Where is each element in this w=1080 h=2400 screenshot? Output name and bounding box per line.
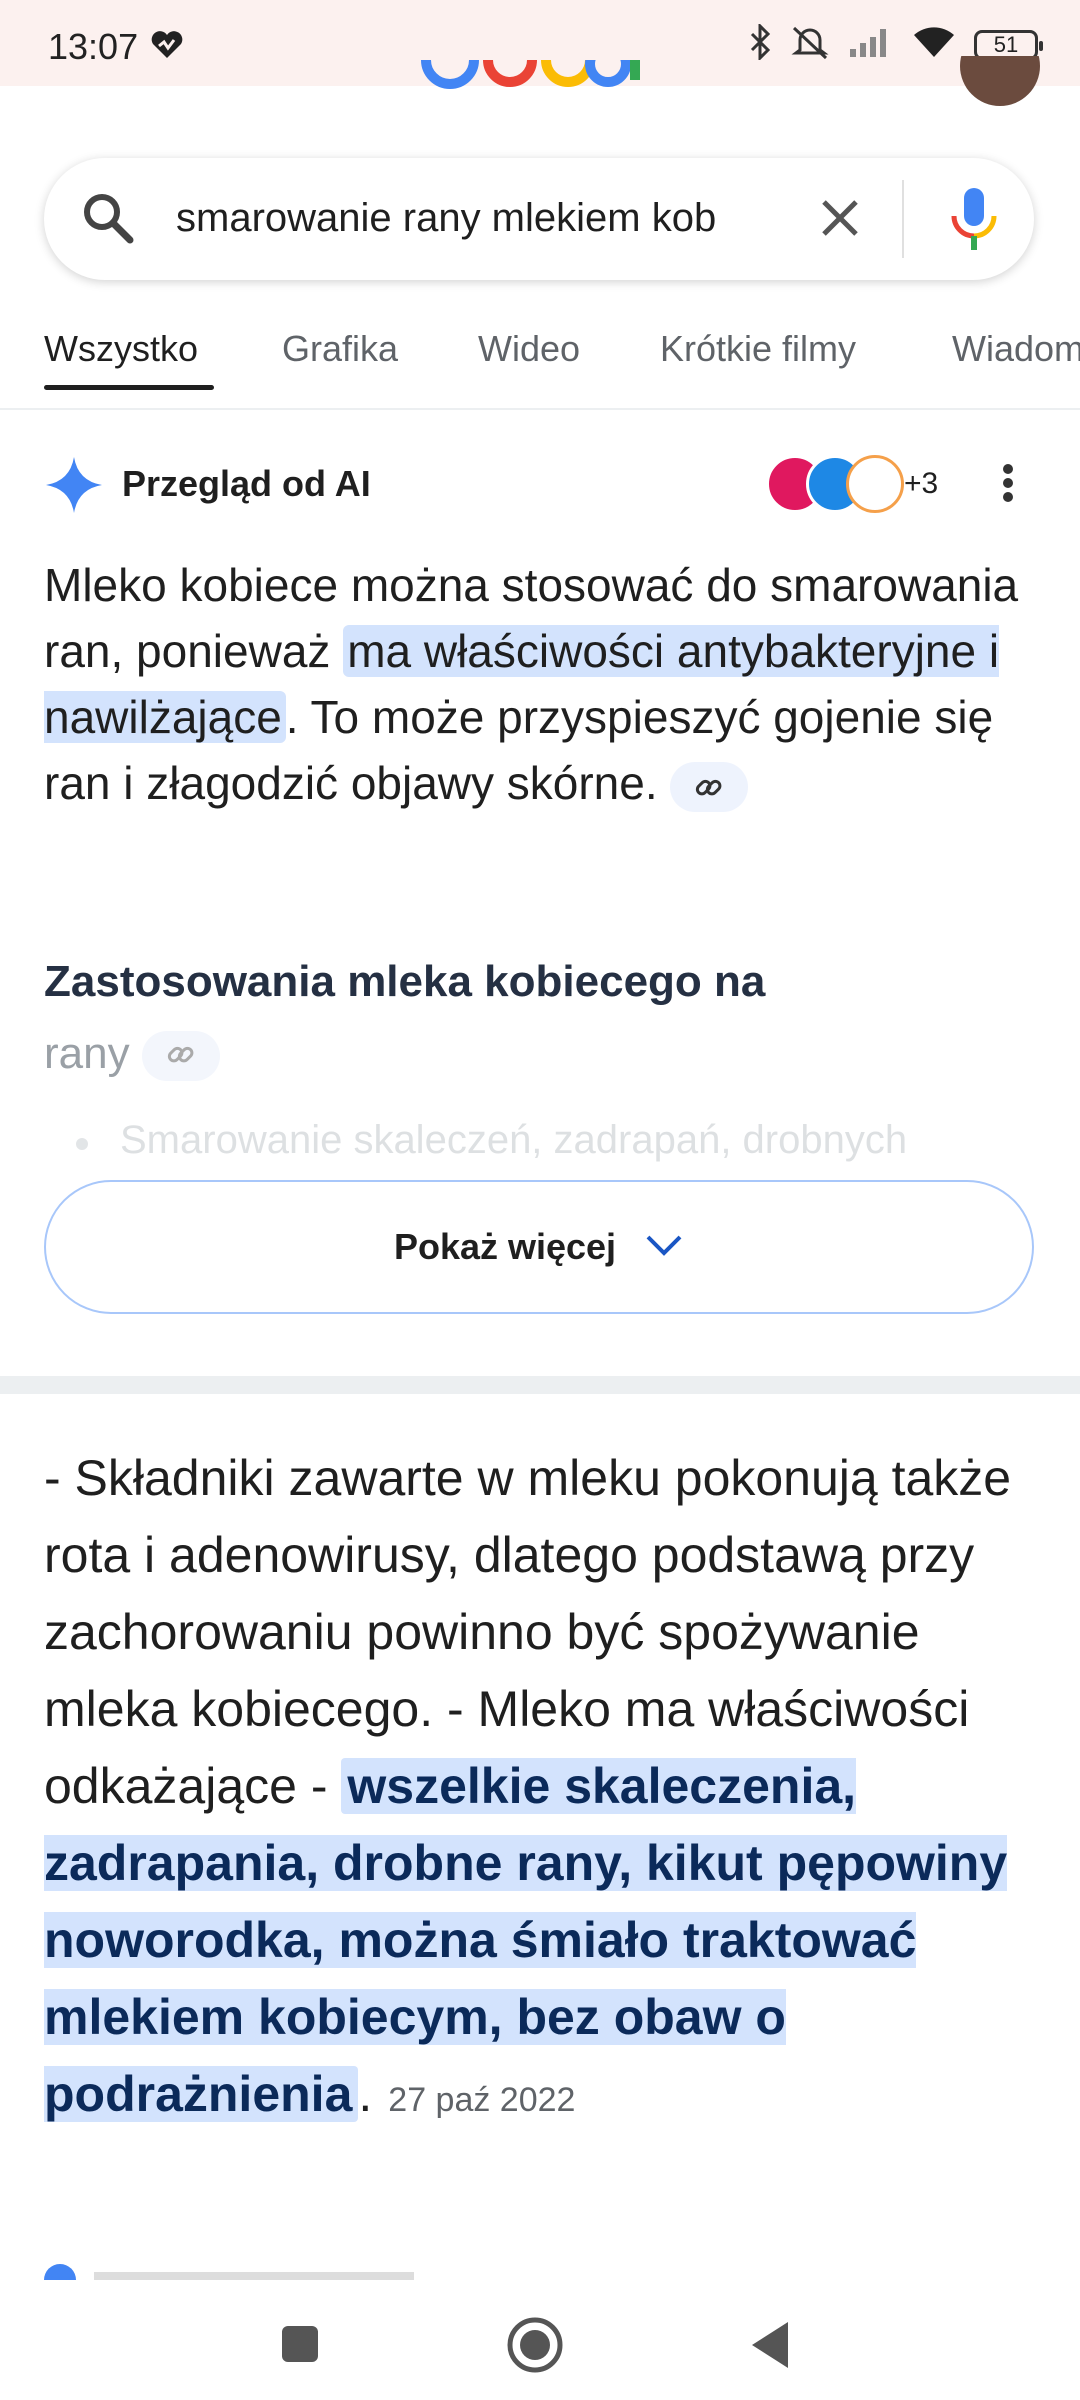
tabs-divider: [0, 408, 1080, 410]
navigation-bar: [0, 2280, 1080, 2400]
citation-link-button[interactable]: [670, 761, 749, 812]
source-3-icon[interactable]: [846, 455, 904, 513]
link-icon: [694, 754, 724, 820]
tab-news[interactable]: Wiadom: [952, 328, 1080, 370]
mute-icon: [790, 24, 830, 65]
ai-subheading-text: Zastosowania mleka kobiecego na: [44, 957, 766, 1006]
more-options-icon[interactable]: [1002, 463, 1014, 508]
link-icon: [166, 1020, 196, 1092]
snippet-text-post: .: [358, 2066, 373, 2122]
battery-level: 51: [993, 31, 1019, 57]
home-icon[interactable]: [506, 2316, 564, 2379]
featured-snippet: - Składniki zawarte w mleku pokonują tak…: [44, 1440, 1044, 2139]
mic-icon[interactable]: [944, 184, 1004, 259]
search-icon[interactable]: [80, 190, 136, 251]
next-result-peek: [44, 2260, 544, 2280]
search-input[interactable]: smarowanie rany mlekiem kob: [176, 196, 816, 241]
tab-short-videos[interactable]: Krótkie filmy: [660, 328, 856, 370]
tab-all[interactable]: Wszystko: [44, 328, 198, 370]
ai-overview-text: Mleko kobiece można stosować do smarowan…: [44, 552, 1044, 816]
search-bar[interactable]: smarowanie rany mlekiem kob: [44, 158, 1034, 280]
signal-icon: [848, 27, 894, 62]
ai-overview-header: Przegląd od AI +3: [44, 455, 1044, 515]
google-logo[interactable]: [420, 60, 660, 100]
heart-icon: [150, 30, 184, 65]
ai-sparkle-icon: [44, 455, 104, 520]
show-more-label: Pokaż więcej: [393, 1226, 617, 1267]
battery-icon: 51: [974, 29, 1043, 60]
search-divider: [902, 180, 904, 258]
ai-bullet-faded: Smarowanie skaleczeń, zadrapań, drobnych: [76, 1118, 1036, 1163]
active-tab-indicator: [44, 385, 214, 390]
ai-subheading: Zastosowania mleka kobiecego na rany: [44, 946, 944, 1090]
section-divider: [0, 1376, 1080, 1394]
ai-subheading-fade: rany: [44, 1029, 130, 1078]
citation-link-button-2[interactable]: [141, 1031, 220, 1082]
snippet-date: 27 paź 2022: [388, 2081, 576, 2119]
bluetooth-icon: [748, 22, 772, 65]
show-more-button[interactable]: Pokaż więcej: [44, 1180, 1034, 1314]
ai-bullet-text: Smarowanie skaleczeń, zadrapań, drobnych: [120, 1118, 908, 1162]
close-icon[interactable]: [810, 188, 870, 253]
wifi-icon: [912, 25, 956, 64]
chevron-down-icon: [644, 1233, 684, 1262]
recents-icon[interactable]: [280, 2324, 320, 2369]
avatar[interactable]: [960, 56, 1040, 108]
ai-overview-title: Przegląd od AI: [122, 463, 371, 504]
search-tabs: Wszystko Grafika Wideo Krótkie filmy Wia…: [0, 300, 1080, 410]
back-icon[interactable]: [748, 2320, 792, 2375]
more-sources-count[interactable]: +3: [904, 467, 938, 501]
tab-videos[interactable]: Wideo: [478, 328, 580, 370]
status-time: 13:07: [48, 26, 139, 67]
tab-images[interactable]: Grafika: [282, 328, 398, 370]
